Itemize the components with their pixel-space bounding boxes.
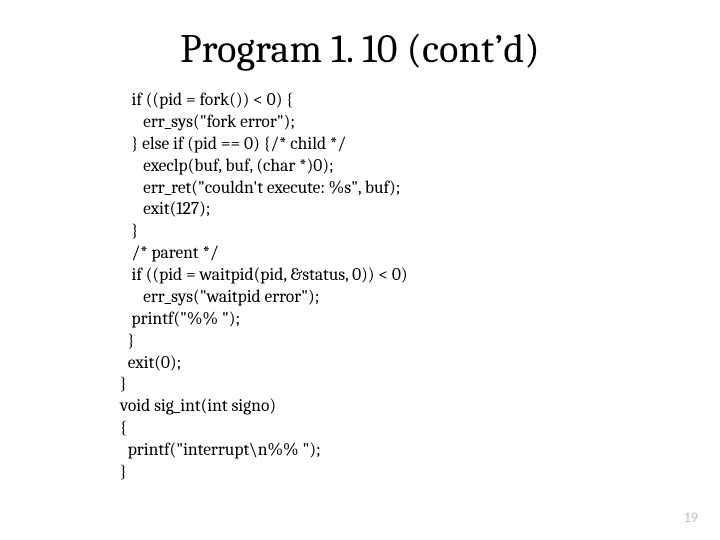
slide-title: Program 1. 10 (cont’d) xyxy=(60,26,660,72)
page-number: 19 xyxy=(684,509,698,526)
code-block: if ((pid = fork()) < 0) { err_sys("fork … xyxy=(120,90,660,484)
slide: Program 1. 10 (cont’d) if ((pid = fork()… xyxy=(0,0,720,540)
